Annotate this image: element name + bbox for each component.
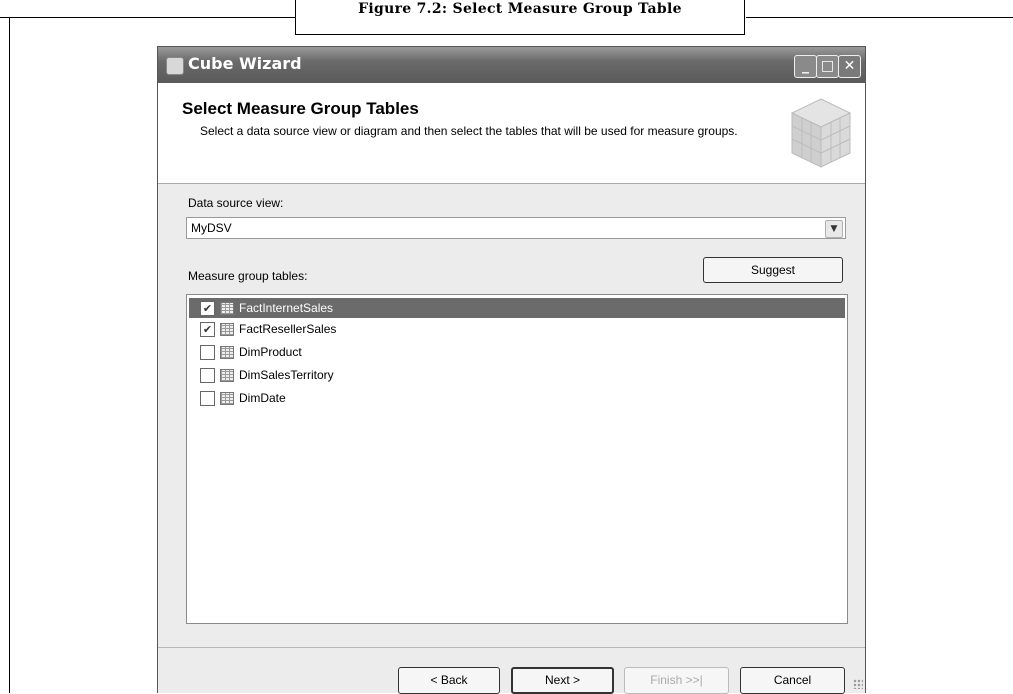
table-icon	[220, 346, 234, 359]
cancel-button[interactable]: Cancel	[740, 667, 845, 694]
list-item[interactable]: ✔ FactResellerSales	[189, 319, 845, 339]
footer-divider	[158, 647, 865, 648]
list-item-label: FactInternetSales	[239, 301, 334, 315]
resize-grip-icon[interactable]	[853, 679, 863, 689]
next-button[interactable]: Next >	[511, 667, 614, 694]
data-source-view-label: Data source view:	[188, 196, 284, 210]
close-button[interactable]: ✕	[838, 55, 861, 78]
suggest-button[interactable]: Suggest	[703, 257, 843, 283]
list-item-label: DimProduct	[239, 345, 302, 359]
list-item[interactable]: DimDate	[189, 388, 845, 408]
frame-border-top-right	[746, 17, 1013, 18]
page-title: Select Measure Group Tables	[182, 99, 419, 118]
title-bar[interactable]: Cube Wizard _ □ ✕	[158, 47, 865, 83]
list-item-label: DimDate	[239, 391, 286, 405]
measure-group-tables-label: Measure group tables:	[188, 269, 308, 283]
figure-caption: Figure 7.2: Select Measure Group Table	[295, 0, 745, 35]
page-description: Select a data source view or diagram and…	[200, 124, 738, 138]
minimize-button[interactable]: _	[794, 55, 817, 78]
finish-button: Finish >>|	[624, 667, 729, 694]
table-icon	[220, 369, 234, 382]
checkbox[interactable]	[200, 368, 215, 383]
checkbox[interactable]	[200, 391, 215, 406]
frame-border-top-left	[0, 17, 295, 18]
checkbox[interactable]	[200, 345, 215, 360]
measure-group-tables-list[interactable]: ✔ FactInternetSales ✔ FactResellerSales …	[186, 294, 848, 624]
list-item[interactable]: ✔ FactInternetSales	[189, 298, 845, 318]
back-button[interactable]: < Back	[398, 667, 500, 694]
list-item-label: FactResellerSales	[239, 322, 337, 336]
chevron-down-icon[interactable]: ▼	[825, 220, 843, 238]
checkbox[interactable]: ✔	[200, 322, 215, 337]
cube-wizard-window: Cube Wizard _ □ ✕ Select Measure Group T…	[157, 46, 866, 694]
checkbox[interactable]: ✔	[200, 301, 215, 316]
cube-app-icon	[166, 57, 184, 75]
frame-border-left	[9, 17, 10, 693]
table-icon	[220, 323, 234, 336]
table-icon	[220, 302, 234, 315]
wizard-header: Select Measure Group Tables Select a dat…	[158, 83, 865, 184]
list-item[interactable]: DimSalesTerritory	[189, 365, 845, 385]
data-source-view-value: MyDSV	[191, 221, 232, 235]
table-icon	[220, 392, 234, 405]
data-source-view-select[interactable]: MyDSV ▼	[186, 217, 846, 239]
maximize-button[interactable]: □	[816, 55, 839, 78]
cube-icon	[790, 98, 852, 168]
list-item[interactable]: DimProduct	[189, 342, 845, 362]
window-title: Cube Wizard	[188, 54, 302, 73]
list-item-label: DimSalesTerritory	[239, 368, 334, 382]
